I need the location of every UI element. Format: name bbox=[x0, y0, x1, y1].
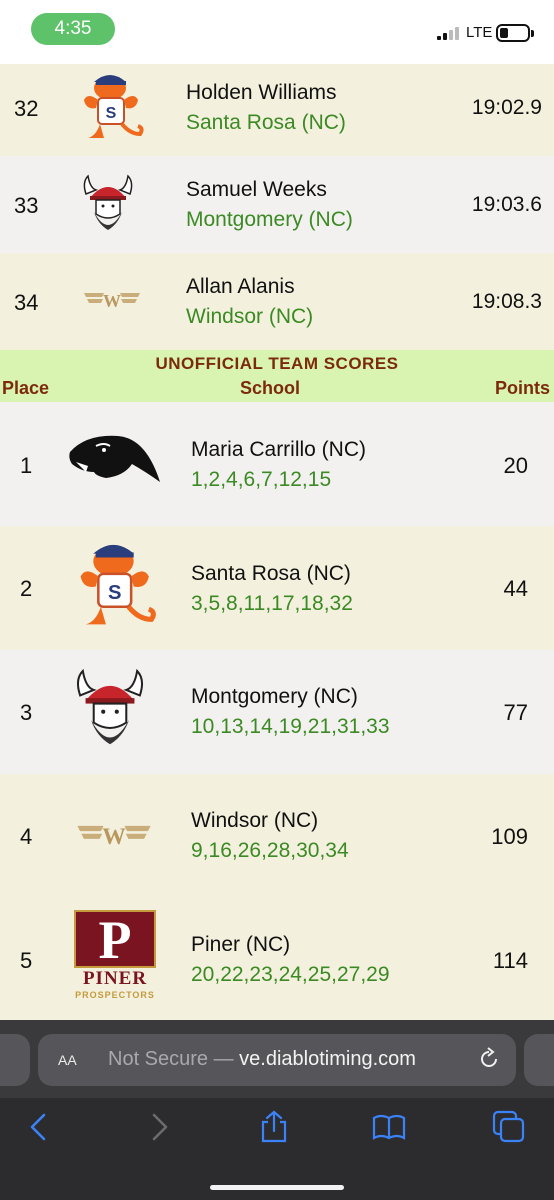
piner-logo-word: PINER bbox=[82, 968, 148, 989]
battery-icon bbox=[496, 24, 534, 42]
share-icon[interactable] bbox=[257, 1110, 291, 1144]
team-scores-column-headers: Place School Points bbox=[0, 376, 554, 402]
svg-text:W: W bbox=[102, 824, 126, 850]
back-icon[interactable] bbox=[22, 1110, 56, 1144]
team-row: 2 S Santa Rosa (NC) 3,5,8,11,17,18,32 44 bbox=[0, 526, 554, 650]
team-finishers: 10,13,14,19,21,31,33 bbox=[191, 715, 390, 738]
text-size-button[interactable]: AA bbox=[58, 1048, 77, 1071]
team-points: 20 bbox=[503, 453, 528, 478]
url-domain: ve.diablotiming.com bbox=[239, 1048, 416, 1070]
previous-tab-edge[interactable] bbox=[0, 1034, 30, 1086]
athlete-school[interactable]: Montgomery (NC) bbox=[186, 208, 353, 232]
team-school[interactable]: Windsor (NC) bbox=[191, 809, 318, 833]
svg-text:W: W bbox=[103, 291, 121, 311]
piner-logo-letter: P bbox=[74, 910, 156, 968]
next-tab-edge[interactable] bbox=[524, 1034, 554, 1086]
finish-time: 19:02.9 bbox=[471, 96, 542, 119]
team-points: 77 bbox=[503, 700, 528, 725]
team-place: 3 bbox=[20, 700, 33, 725]
tabs-icon[interactable] bbox=[492, 1110, 526, 1144]
maria-carrillo-logo bbox=[69, 435, 160, 482]
bookmarks-icon[interactable] bbox=[372, 1110, 406, 1144]
windsor-logo: W bbox=[84, 291, 140, 311]
team-school[interactable]: Santa Rosa (NC) bbox=[191, 562, 351, 586]
team-points: 44 bbox=[503, 576, 528, 601]
team-scores-title: UNOFFICIAL TEAM SCORES bbox=[155, 354, 399, 373]
team-scores-header: UNOFFICIAL TEAM SCORES bbox=[0, 350, 554, 376]
team-points: 109 bbox=[491, 824, 528, 849]
piner-logo-sub: PROSPECTORS bbox=[75, 990, 155, 1000]
windsor-logo: W bbox=[77, 824, 151, 850]
santa-rosa-logo: S bbox=[80, 544, 156, 625]
finish-time: 19:03.6 bbox=[471, 193, 542, 216]
team-finishers: 20,22,23,24,25,27,29 bbox=[191, 963, 390, 986]
piner-logo: P PINER PROSPECTORS bbox=[70, 910, 160, 1006]
result-place: 34 bbox=[14, 290, 39, 315]
svg-text:S: S bbox=[108, 582, 121, 604]
team-finishers: 9,16,26,28,30,34 bbox=[191, 839, 349, 862]
column-header-points: Points bbox=[494, 378, 550, 398]
security-label: Not Secure — bbox=[108, 1048, 234, 1070]
team-school[interactable]: Montgomery (NC) bbox=[191, 685, 358, 709]
santa-rosa-logo: S bbox=[84, 75, 144, 138]
result-row: 33 Samuel Weeks Montgomery (NC) 19:03.6 bbox=[0, 156, 554, 253]
column-header-place: Place bbox=[2, 378, 50, 398]
home-indicator[interactable] bbox=[210, 1185, 344, 1190]
address-bar-area: AA Not Secure — ve.diablotiming.com bbox=[0, 1020, 554, 1098]
url-text[interactable]: Not Secure — ve.diablotiming.com bbox=[108, 1048, 416, 1071]
team-place: 5 bbox=[20, 948, 33, 973]
athlete-name[interactable]: Holden Williams bbox=[186, 81, 337, 105]
result-row: 32 S Holden Williams Santa Rosa (NC) 19:… bbox=[0, 64, 554, 161]
team-points: 114 bbox=[492, 948, 528, 973]
network-label: LTE bbox=[466, 24, 493, 41]
team-row: 3 Montgomery (NC) 10,13,14,19,21,31,33 7… bbox=[0, 650, 554, 774]
status-bar: 4:35 LTE bbox=[0, 0, 554, 64]
team-finishers: 3,5,8,11,17,18,32 bbox=[191, 592, 353, 615]
team-place: 2 bbox=[20, 576, 33, 601]
team-place: 4 bbox=[20, 824, 33, 849]
athlete-name[interactable]: Samuel Weeks bbox=[186, 178, 327, 202]
column-header-school: School bbox=[240, 378, 301, 398]
team-finishers: 1,2,4,6,7,12,15 bbox=[191, 468, 332, 491]
status-time[interactable]: 4:35 bbox=[31, 13, 115, 45]
athlete-school[interactable]: Santa Rosa (NC) bbox=[186, 111, 346, 135]
athlete-school[interactable]: Windsor (NC) bbox=[186, 305, 313, 329]
finish-time: 19:08.3 bbox=[471, 290, 542, 313]
address-bar[interactable]: AA Not Secure — ve.diablotiming.com bbox=[38, 1034, 516, 1086]
team-place: 1 bbox=[20, 453, 33, 478]
text-size-label: AA bbox=[58, 1052, 77, 1068]
montgomery-logo bbox=[76, 668, 144, 745]
team-row: 1 Maria Carrillo (NC) 1,2,4,6,7,12,15 20 bbox=[0, 402, 554, 526]
result-place: 32 bbox=[14, 96, 39, 121]
team-row: 5 P PINER PROSPECTORS Piner (NC) 20,22,2… bbox=[0, 898, 554, 1022]
athlete-name[interactable]: Allan Alanis bbox=[186, 275, 295, 299]
signal-icon bbox=[437, 26, 465, 40]
result-place: 33 bbox=[14, 193, 39, 218]
montgomery-logo bbox=[83, 174, 133, 230]
reload-icon[interactable] bbox=[476, 1046, 502, 1072]
team-school[interactable]: Piner (NC) bbox=[191, 933, 290, 957]
forward-icon[interactable] bbox=[142, 1110, 176, 1144]
team-school[interactable]: Maria Carrillo (NC) bbox=[191, 438, 366, 462]
team-row: 4 W Windsor (NC) 9,16,26,28,30,34 109 bbox=[0, 774, 554, 898]
result-row: 34 W Allan Alanis Windsor (NC) 19:08.3 bbox=[0, 253, 554, 350]
svg-text:S: S bbox=[106, 105, 117, 122]
